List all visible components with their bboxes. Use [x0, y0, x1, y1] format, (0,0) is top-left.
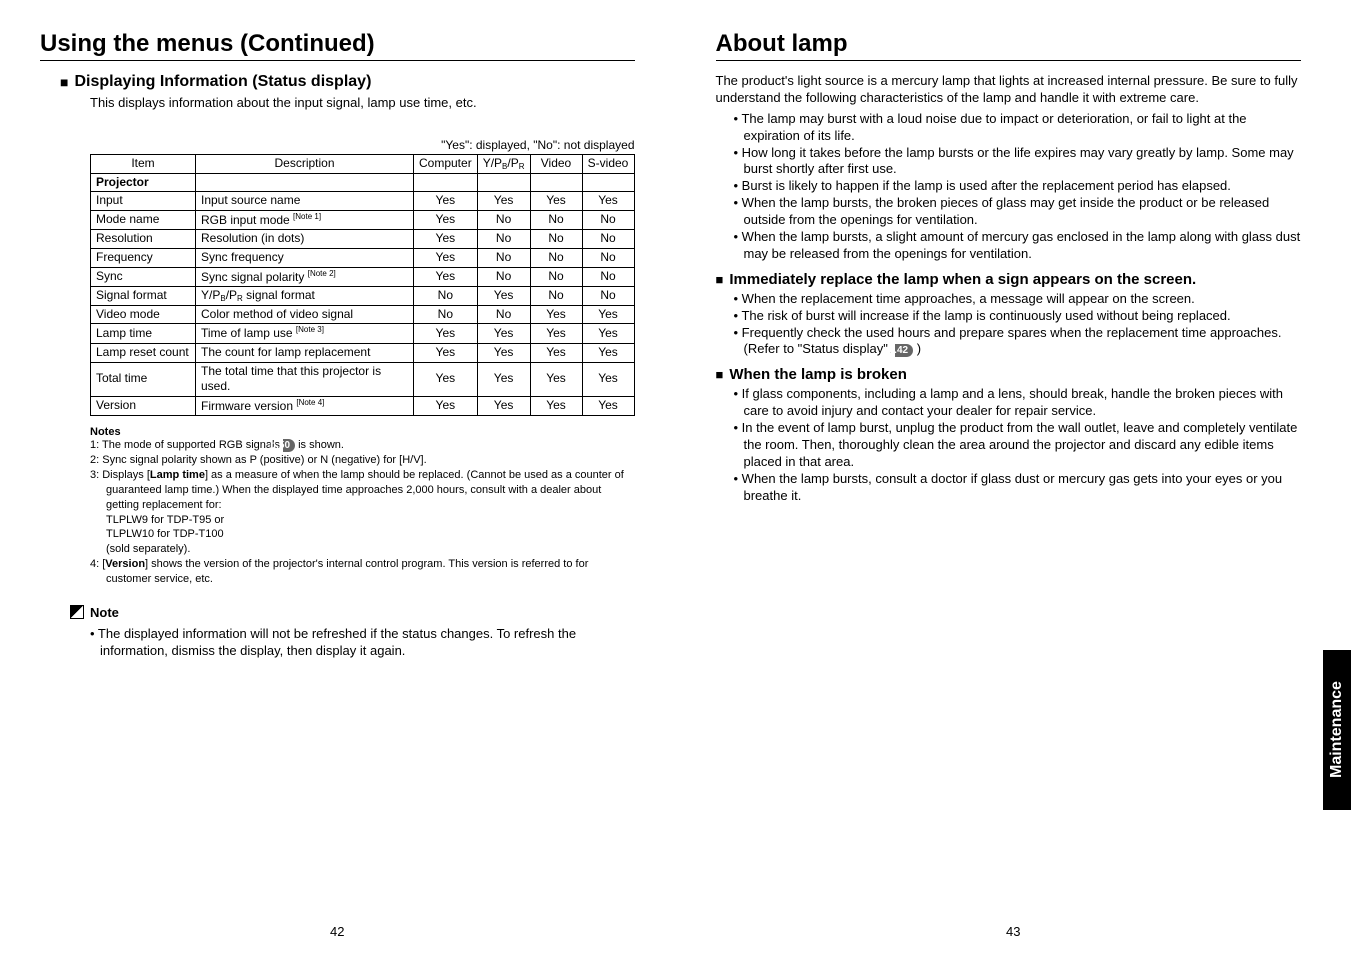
- list-item: Frequently check the used hours and prep…: [734, 325, 1302, 359]
- notes-label: Notes: [40, 426, 635, 438]
- table-row: Video modeColor method of video signalNo…: [91, 305, 635, 324]
- list-item: If glass components, including a lamp an…: [734, 386, 1302, 420]
- note-2: 2: Sync signal polarity shown as P (posi…: [90, 453, 635, 468]
- note-3-line: (sold separately).: [90, 542, 635, 557]
- note-box-label: Note: [40, 605, 635, 620]
- replace-lamp-heading: Immediately replace the lamp when a sign…: [716, 271, 1302, 288]
- table-row: ResolutionResolution (in dots)YesNoNoNo: [91, 230, 635, 249]
- table-section-row: Projector: [91, 173, 635, 192]
- note-4: 4: [Version] shows the version of the pr…: [90, 557, 635, 587]
- page-number-left: 42: [330, 924, 344, 939]
- page-ref-42: p.42: [895, 344, 913, 357]
- page-ref-50: p.50: [283, 439, 295, 452]
- table-row: FrequencySync frequencyYesNoNoNo: [91, 248, 635, 267]
- table-row: Mode nameRGB input mode [Note 1]YesNoNoN…: [91, 210, 635, 230]
- right-title: About lamp: [716, 30, 1302, 58]
- title-rule-right: [716, 60, 1302, 61]
- list-item: The lamp may burst with a loud noise due…: [734, 111, 1302, 145]
- right-page: About lamp The product's light source is…: [676, 0, 1351, 954]
- th-ypbpr: Y/PB/PR: [477, 155, 530, 174]
- th-svideo: S-video: [582, 155, 634, 174]
- title-rule: [40, 60, 635, 61]
- status-display-heading: Displaying Information (Status display): [40, 73, 635, 91]
- table-row: SyncSync signal polarity [Note 2]YesNoNo…: [91, 267, 635, 287]
- th-desc: Description: [196, 155, 414, 174]
- status-display-desc: This displays information about the inpu…: [40, 95, 635, 110]
- table-row: Total timeThe total time that this proje…: [91, 362, 635, 396]
- table-caption: "Yes": displayed, "No": not displayed: [40, 138, 635, 152]
- th-video: Video: [530, 155, 582, 174]
- note-3-line: TLPLW10 for TDP-T100: [90, 527, 635, 542]
- status-display-heading-text: Displaying Information (Status display): [74, 73, 371, 91]
- page-number-right: 43: [1006, 924, 1020, 939]
- broken-lamp-heading: When the lamp is broken: [716, 366, 1302, 383]
- section-label: Projector: [91, 173, 196, 192]
- th-item: Item: [91, 155, 196, 174]
- lamp-bullets-3: If glass components, including a lamp an…: [716, 386, 1302, 504]
- table-row: Lamp reset countThe count for lamp repla…: [91, 343, 635, 362]
- list-item: When the lamp bursts, consult a doctor i…: [734, 471, 1302, 505]
- table-row: Lamp timeTime of lamp use [Note 3]YesYes…: [91, 324, 635, 344]
- maintenance-tab: Maintenance: [1323, 650, 1351, 810]
- notes-list: 1: The mode of supported RGB signals p.5…: [40, 438, 635, 586]
- left-page: Using the menus (Continued) Displaying I…: [0, 0, 676, 954]
- lamp-bullets-1: The lamp may burst with a loud noise due…: [716, 111, 1302, 263]
- th-computer: Computer: [414, 155, 478, 174]
- list-item: How long it takes before the lamp bursts…: [734, 145, 1302, 179]
- table-row: VersionFirmware version [Note 4]YesYesYe…: [91, 396, 635, 416]
- table-row: Signal formatY/PB/PR signal formatNoYesN…: [91, 287, 635, 306]
- list-item: Burst is likely to happen if the lamp is…: [734, 178, 1302, 195]
- note-box-text: • The displayed information will not be …: [40, 626, 635, 660]
- lamp-bullets-2: When the replacement time approaches, a …: [716, 291, 1302, 359]
- list-item: In the event of lamp burst, unplug the p…: [734, 420, 1302, 471]
- note-1: 1: The mode of supported RGB signals p.5…: [90, 438, 635, 453]
- status-table: Item Description Computer Y/PB/PR Video …: [90, 154, 635, 416]
- lamp-intro: The product's light source is a mercury …: [716, 73, 1302, 107]
- note-3: 3: Displays [Lamp time] as a measure of …: [90, 468, 635, 513]
- list-item: When the lamp bursts, the broken pieces …: [734, 195, 1302, 229]
- note-3-line: TLPLW9 for TDP-T95 or: [90, 513, 635, 528]
- list-item: When the replacement time approaches, a …: [734, 291, 1302, 308]
- left-title: Using the menus (Continued): [40, 30, 635, 58]
- table-row: InputInput source nameYesYesYesYes: [91, 192, 635, 211]
- table-header-row: Item Description Computer Y/PB/PR Video …: [91, 155, 635, 174]
- list-item: When the lamp bursts, a slight amount of…: [734, 229, 1302, 263]
- list-item: The risk of burst will increase if the l…: [734, 308, 1302, 325]
